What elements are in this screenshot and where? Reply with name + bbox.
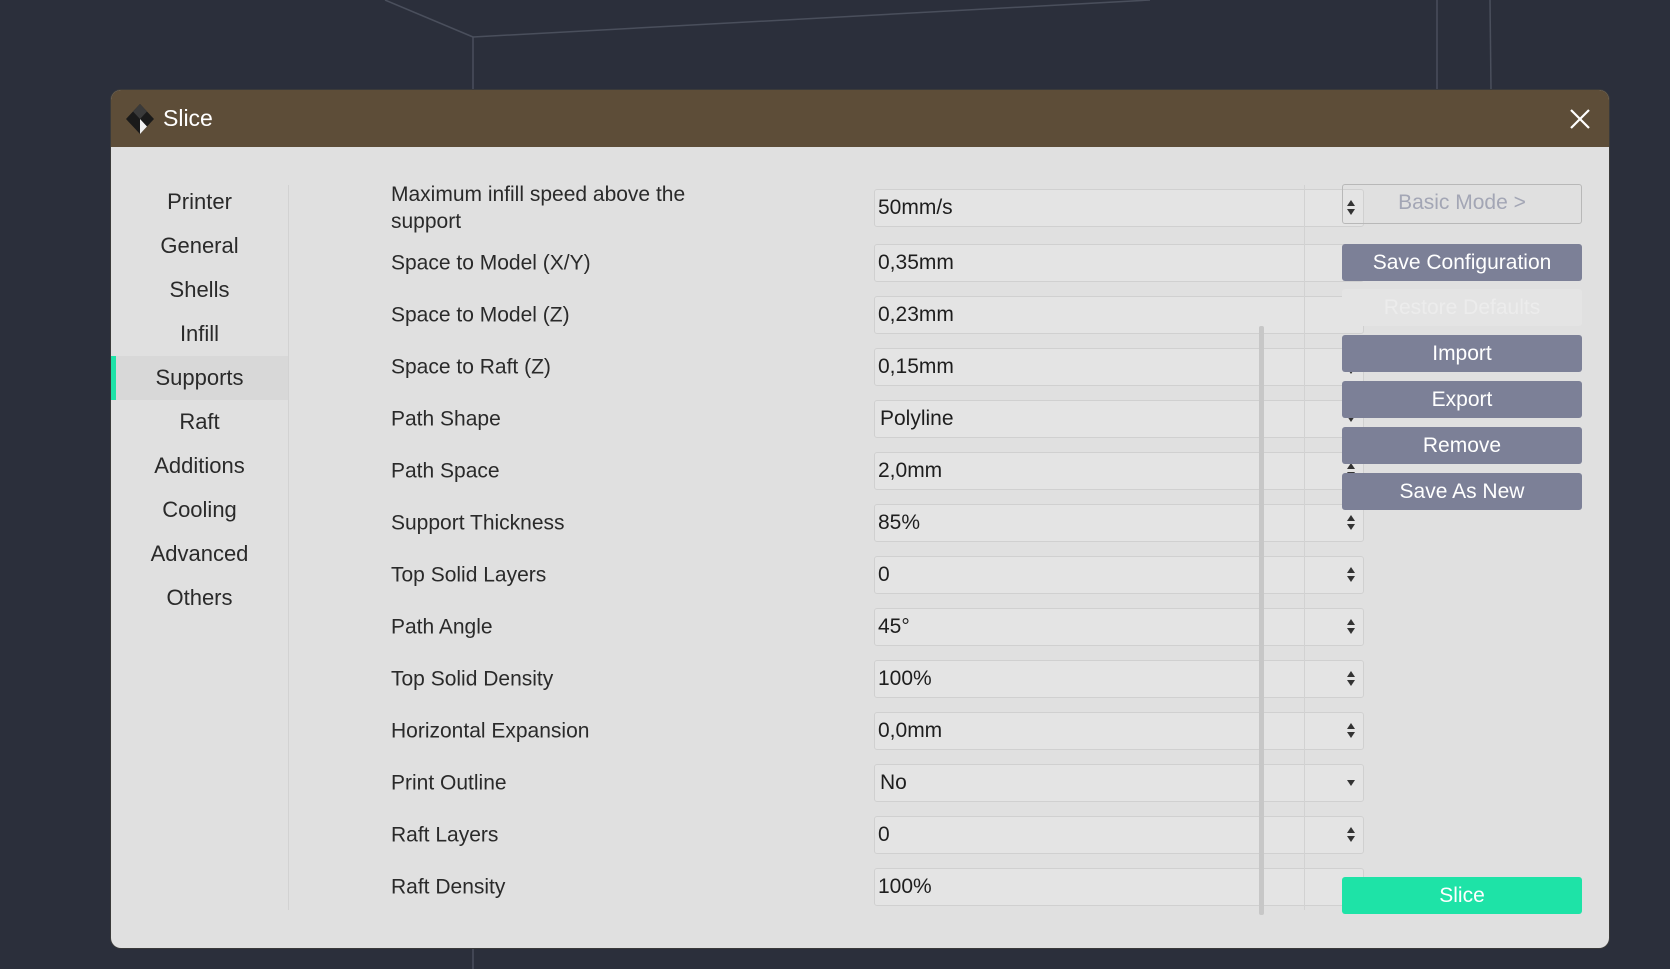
- setting-label: Top Solid Layers: [391, 563, 547, 587]
- setting-row: Horizontal Expansion 0,0mm: [391, 705, 1371, 757]
- sidebar-item-general[interactable]: General: [111, 224, 288, 268]
- setting-row: Support Thickness 85%: [391, 497, 1371, 549]
- path-angle-spinbox[interactable]: 45°: [874, 608, 1364, 646]
- spin-arrows-icon[interactable]: [1347, 722, 1355, 740]
- save-configuration-button[interactable]: Save Configuration: [1342, 244, 1582, 281]
- setting-value: 45°: [878, 615, 910, 638]
- setting-row: Raft Density 100%: [391, 861, 1371, 913]
- spin-arrows-icon[interactable]: [1347, 514, 1355, 532]
- setting-value: No: [880, 771, 907, 794]
- setting-row: Space to Model (X/Y) 0,35mm: [391, 237, 1371, 289]
- max-infill-speed-spinbox[interactable]: 50mm/s: [874, 189, 1364, 227]
- setting-row: Raft Layers 0: [391, 809, 1371, 861]
- setting-value: 0: [878, 563, 890, 586]
- setting-label: Path Space: [391, 459, 500, 483]
- import-button[interactable]: Import: [1342, 335, 1582, 372]
- setting-value: 0: [878, 823, 890, 846]
- raft-layers-spinbox[interactable]: 0: [874, 816, 1364, 854]
- settings-list: Maximum infill speed above the support 5…: [391, 179, 1371, 913]
- setting-label: Path Angle: [391, 615, 493, 639]
- path-space-spinbox[interactable]: 2,0mm: [874, 452, 1364, 490]
- spin-arrows-icon[interactable]: [1347, 618, 1355, 636]
- setting-value: 0,0mm: [878, 719, 943, 742]
- restore-defaults-button: Restore Defaults: [1342, 289, 1582, 326]
- app-logo-icon: [126, 104, 154, 134]
- sidebar-item-additions[interactable]: Additions: [111, 444, 288, 488]
- setting-label: Space to Model (Z): [391, 303, 570, 327]
- sidebar-item-supports[interactable]: Supports: [111, 356, 288, 400]
- sidebar-item-raft[interactable]: Raft: [111, 400, 288, 444]
- spin-arrows-icon[interactable]: [1347, 826, 1355, 844]
- sidebar-item-cooling[interactable]: Cooling: [111, 488, 288, 532]
- setting-label: Maximum infill speed above the support: [391, 183, 686, 233]
- close-icon[interactable]: [1563, 102, 1597, 136]
- setting-label: Top Solid Density: [391, 667, 554, 691]
- space-to-model-z-spinbox[interactable]: 0,23mm: [874, 296, 1364, 334]
- slice-button[interactable]: Slice: [1342, 877, 1582, 914]
- export-button[interactable]: Export: [1342, 381, 1582, 418]
- setting-label: Support Thickness: [391, 511, 565, 535]
- sidebar-divider: [288, 185, 289, 910]
- top-solid-layers-spinbox[interactable]: 0: [874, 556, 1364, 594]
- setting-label: Raft Density: [391, 875, 506, 899]
- setting-label: Print Outline: [391, 771, 507, 795]
- setting-row: Top Solid Layers 0: [391, 549, 1371, 601]
- setting-value: 100%: [878, 875, 932, 898]
- settings-category-nav: Printer General Shells Infill Supports R…: [111, 180, 288, 620]
- setting-row: Print Outline No: [391, 757, 1371, 809]
- setting-row: Path Shape Polyline: [391, 393, 1371, 445]
- setting-value: 0,35mm: [878, 251, 954, 274]
- setting-label: Path Shape: [391, 407, 501, 431]
- slice-dialog: Slice Printer General Shells Infill Supp…: [111, 90, 1609, 948]
- print-outline-dropdown[interactable]: No: [874, 764, 1364, 802]
- horizontal-expansion-spinbox[interactable]: 0,0mm: [874, 712, 1364, 750]
- save-as-new-button[interactable]: Save As New: [1342, 473, 1582, 510]
- spin-arrows-icon[interactable]: [1347, 566, 1355, 584]
- setting-value: 0,15mm: [878, 355, 954, 378]
- sidebar-item-shells[interactable]: Shells: [111, 268, 288, 312]
- setting-label: Space to Raft (Z): [391, 355, 551, 379]
- setting-row: Maximum infill speed above the support 5…: [391, 179, 1371, 237]
- support-thickness-spinbox[interactable]: 85%: [874, 504, 1364, 542]
- remove-button[interactable]: Remove: [1342, 427, 1582, 464]
- dialog-titlebar[interactable]: Slice: [111, 90, 1609, 147]
- sidebar-item-printer[interactable]: Printer: [111, 180, 288, 224]
- setting-value: 100%: [878, 667, 932, 690]
- sidebar-item-others[interactable]: Others: [111, 576, 288, 620]
- setting-row: Space to Model (Z) 0,23mm: [391, 289, 1371, 341]
- setting-row: Path Angle 45°: [391, 601, 1371, 653]
- sidebar-item-infill[interactable]: Infill: [111, 312, 288, 356]
- setting-value: 2,0mm: [878, 459, 943, 482]
- path-shape-dropdown[interactable]: Polyline: [874, 400, 1364, 438]
- settings-scrollbar[interactable]: [1259, 326, 1264, 915]
- spin-arrows-icon[interactable]: [1347, 670, 1355, 688]
- space-to-model-xy-spinbox[interactable]: 0,35mm: [874, 244, 1364, 282]
- dialog-title: Slice: [163, 105, 213, 131]
- sidebar-item-advanced[interactable]: Advanced: [111, 532, 288, 576]
- setting-row: Path Space 2,0mm: [391, 445, 1371, 497]
- setting-label: Space to Model (X/Y): [391, 251, 591, 275]
- setting-row: Space to Raft (Z) 0,15mm: [391, 341, 1371, 393]
- setting-label: Raft Layers: [391, 823, 499, 847]
- chevron-down-icon: [1347, 780, 1355, 786]
- setting-value: 50mm/s: [878, 196, 953, 219]
- top-solid-density-spinbox[interactable]: 100%: [874, 660, 1364, 698]
- setting-row: Top Solid Density 100%: [391, 653, 1371, 705]
- raft-density-spinbox[interactable]: 100%: [874, 868, 1364, 906]
- actions-divider: [1304, 185, 1305, 910]
- setting-label: Horizontal Expansion: [391, 719, 590, 743]
- space-to-raft-z-spinbox[interactable]: 0,15mm: [874, 348, 1364, 386]
- setting-value: 85%: [878, 511, 921, 534]
- setting-value: 0,23mm: [878, 303, 954, 326]
- basic-mode-button[interactable]: Basic Mode >: [1342, 184, 1582, 224]
- setting-value: Polyline: [880, 407, 954, 430]
